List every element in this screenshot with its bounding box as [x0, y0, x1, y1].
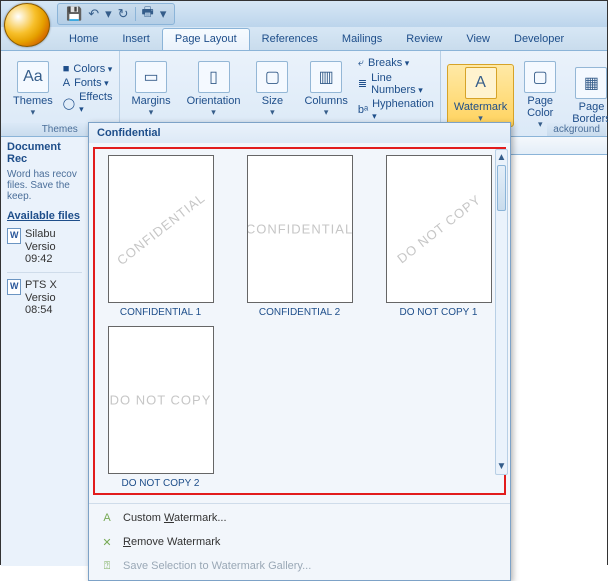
line-numbers-button[interactable]: ≣ Line Numbers — [358, 71, 434, 97]
undo-icon[interactable]: ↶ — [88, 6, 99, 22]
thumb-watermark-text: DO NOT COPY — [394, 192, 483, 266]
watermark-icon: A — [465, 67, 497, 99]
watermark-label: Watermark — [454, 101, 507, 113]
breaks-button[interactable]: ⤶ Breaks — [358, 56, 434, 71]
margins-button[interactable]: ▭ Margins — [126, 59, 177, 120]
columns-label: Columns — [304, 95, 347, 107]
orientation-label: Orientation — [187, 95, 241, 107]
columns-icon: ▥ — [310, 61, 342, 93]
theme-colors-button[interactable]: ■ Colors — [63, 62, 113, 76]
recovery-title: Document Rec — [7, 141, 82, 165]
save-gallery-icon: ⍰ — [99, 558, 115, 574]
margins-icon: ▭ — [135, 61, 167, 93]
word-file-icon — [7, 228, 21, 244]
size-icon: ▢ — [256, 61, 288, 93]
thumb-label: CONFIDENTIAL 1 — [120, 307, 201, 318]
available-files-link[interactable]: Available files — [7, 210, 80, 222]
qat-dropdown-icon[interactable]: ▾ — [105, 6, 112, 22]
thumb-label: CONFIDENTIAL 2 — [259, 307, 340, 318]
page-color-button[interactable]: ▢Page Color — [518, 59, 562, 132]
office-button[interactable] — [4, 3, 50, 47]
theme-fonts-button[interactable]: A Fonts — [63, 76, 113, 90]
size-label: Size — [262, 95, 283, 107]
file-version: Versio — [25, 241, 56, 254]
hyphenation-button[interactable]: bᵃ Hyphenation — [358, 97, 434, 123]
theme-effects-button[interactable]: ◯ Effects — [63, 90, 113, 116]
file-name: PTS X — [25, 279, 57, 292]
qat-customize-icon[interactable]: ▾ — [160, 6, 167, 22]
gallery-scrollbar[interactable]: ▲ ▼ — [495, 149, 508, 475]
custom-watermark-menuitem[interactable]: A Custom Watermark... — [89, 506, 510, 530]
watermark-thumb-confidential-2[interactable]: CONFIDENTIAL CONFIDENTIAL 2 — [238, 155, 361, 318]
custom-watermark-icon: A — [99, 510, 115, 526]
themes-label: Themes — [13, 95, 53, 107]
tab-mailings[interactable]: Mailings — [330, 29, 394, 50]
margins-label: Margins — [132, 95, 171, 107]
themes-button[interactable]: Aa Themes — [7, 59, 59, 120]
file-time: 08:54 — [25, 304, 57, 317]
redo-icon[interactable]: ↻ — [118, 6, 129, 22]
qat-separator — [135, 7, 136, 21]
thumb-watermark-text: CONFIDENTIAL — [247, 222, 353, 237]
watermark-thumb-do-not-copy-2[interactable]: DO NOT COPY DO NOT COPY 2 — [99, 326, 222, 489]
tab-view[interactable]: View — [454, 29, 502, 50]
orientation-icon: ▯ — [198, 61, 230, 93]
quick-access-toolbar: 💾 ↶ ▾ ↻ 🖶 ▾ — [57, 3, 175, 25]
remove-watermark-icon: ✕ — [99, 534, 115, 550]
page-borders-label: Page Borders — [572, 101, 608, 125]
page-borders-icon: ▦ — [575, 67, 607, 99]
recovered-file-2[interactable]: PTS X Versio 08:54 — [7, 279, 82, 317]
gallery-category-header: Confidential — [89, 123, 510, 143]
group-page-background-label: ackground — [547, 123, 606, 136]
save-to-gallery-menuitem: ⍰ Save Selection to Watermark Gallery... — [89, 554, 510, 578]
scroll-up-icon[interactable]: ▲ — [497, 152, 507, 163]
tab-developer[interactable]: Developer — [502, 29, 576, 50]
title-bar: 💾 ↶ ▾ ↻ 🖶 ▾ — [1, 1, 607, 27]
document-recovery-pane: Document Rec Word has recov files. Save … — [1, 137, 89, 566]
file-time: 09:42 — [25, 253, 56, 266]
tab-home[interactable]: Home — [57, 29, 110, 50]
ribbon-tabs: Home Insert Page Layout References Maili… — [1, 27, 607, 51]
word-file-icon — [7, 279, 21, 295]
page-color-icon: ▢ — [524, 61, 556, 93]
tab-page-layout[interactable]: Page Layout — [162, 28, 250, 50]
thumb-label: DO NOT COPY 1 — [400, 307, 478, 318]
thumb-watermark-text: DO NOT COPY — [110, 393, 212, 408]
save-gallery-label: Save Selection to Watermark Gallery... — [123, 560, 311, 572]
watermark-button[interactable]: A Watermark — [447, 64, 514, 127]
watermark-thumb-confidential-1[interactable]: CONFIDENTIAL CONFIDENTIAL 1 — [99, 155, 222, 318]
columns-button[interactable]: ▥ Columns — [298, 59, 353, 120]
scroll-thumb[interactable] — [497, 165, 506, 211]
scroll-down-icon[interactable]: ▼ — [497, 461, 507, 472]
thumb-label: DO NOT COPY 2 — [122, 478, 200, 489]
save-icon[interactable]: 💾 — [66, 6, 82, 22]
tab-references[interactable]: References — [250, 29, 330, 50]
watermark-gallery: Confidential ▲ ▼ CONFIDENTIAL CONFIDENTI… — [88, 122, 511, 581]
page-borders-button[interactable]: ▦Page Borders — [566, 65, 608, 127]
gallery-footer-menu: A Custom Watermark... ✕ Remove Watermark… — [89, 503, 510, 580]
watermark-thumb-do-not-copy-1[interactable]: DO NOT COPY DO NOT COPY 1 — [377, 155, 500, 318]
file-name: Silabu — [25, 228, 56, 241]
recovered-file-1[interactable]: Silabu Versio 09:42 — [7, 228, 82, 266]
size-button[interactable]: ▢ Size — [250, 59, 294, 120]
thumb-watermark-text: CONFIDENTIAL — [114, 190, 208, 268]
tab-insert[interactable]: Insert — [110, 29, 162, 50]
file-version: Versio — [25, 292, 57, 305]
orientation-button[interactable]: ▯ Orientation — [181, 59, 247, 120]
gallery-highlight-border: CONFIDENTIAL CONFIDENTIAL 1 CONFIDENTIAL… — [93, 147, 506, 495]
themes-icon: Aa — [17, 61, 49, 93]
print-preview-icon[interactable]: 🖶 — [142, 3, 154, 25]
remove-watermark-menuitem[interactable]: ✕ Remove Watermark — [89, 530, 510, 554]
recovery-msg: Word has recov files. Save the keep. — [7, 169, 82, 202]
page-color-label: Page Color — [527, 95, 553, 119]
tab-review[interactable]: Review — [394, 29, 454, 50]
